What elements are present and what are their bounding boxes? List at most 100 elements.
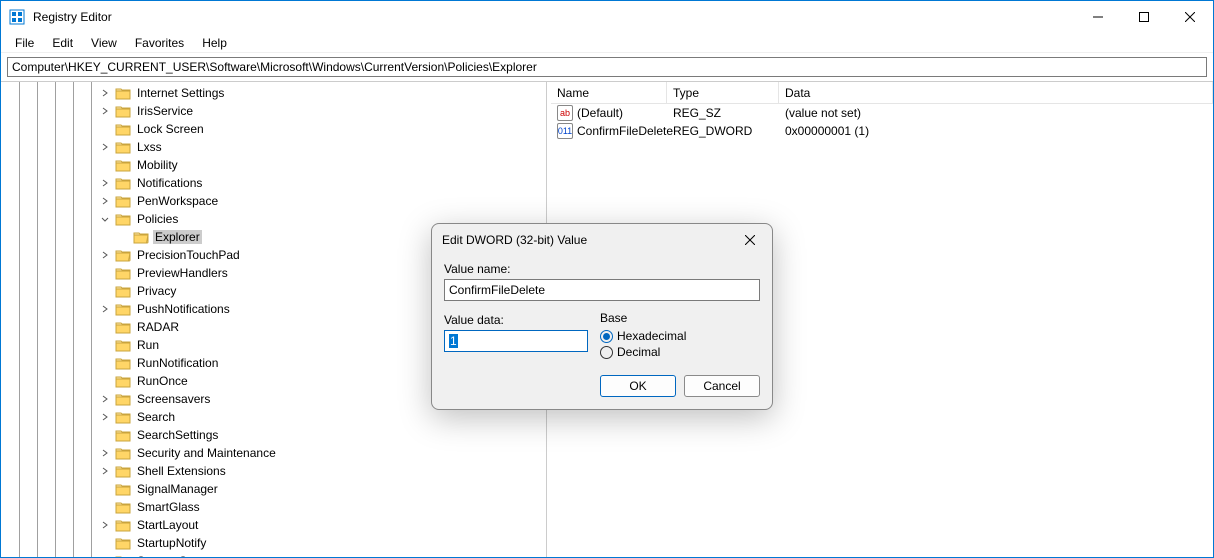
chevron-right-icon: [99, 501, 111, 513]
folder-icon: [115, 465, 131, 478]
radio-dec-label: Decimal: [617, 345, 660, 359]
tree-item[interactable]: IrisService: [1, 102, 546, 120]
value-data-input[interactable]: 1: [444, 330, 588, 352]
tree-item[interactable]: Lock Screen: [1, 120, 546, 138]
chevron-right-icon: [99, 267, 111, 279]
chevron-right-icon: [99, 159, 111, 171]
tree-item-label: SignalManager: [135, 482, 220, 496]
tree-item[interactable]: SearchSettings: [1, 426, 546, 444]
chevron-right-icon: [99, 429, 111, 441]
folder-icon: [115, 483, 131, 496]
chevron-right-icon: [99, 339, 111, 351]
maximize-button[interactable]: [1121, 1, 1167, 33]
radio-decimal[interactable]: Decimal: [600, 345, 760, 359]
chevron-right-icon[interactable]: [99, 105, 111, 117]
chevron-right-icon[interactable]: [99, 177, 111, 189]
radio-dot-icon: [600, 330, 613, 343]
folder-icon: [115, 555, 131, 558]
tree-item-label: Explorer: [153, 230, 202, 244]
dialog-close-button[interactable]: [734, 226, 766, 254]
tree-item-label: Security and Maintenance: [135, 446, 278, 460]
folder-icon: [115, 537, 131, 550]
folder-icon: [115, 159, 131, 172]
chevron-right-icon[interactable]: [99, 465, 111, 477]
tree-item-label: Policies: [135, 212, 180, 226]
folder-icon: [115, 447, 131, 460]
list-row[interactable]: ab(Default)REG_SZ(value not set): [551, 104, 1213, 122]
value-type: REG_DWORD: [667, 124, 779, 138]
menu-edit[interactable]: Edit: [44, 34, 81, 52]
chevron-right-icon[interactable]: [99, 87, 111, 99]
radio-dot-icon: [600, 346, 613, 359]
tree-item-label: Screensavers: [135, 392, 212, 406]
chevron-down-icon[interactable]: [99, 213, 111, 225]
tree-item[interactable]: StartLayout: [1, 516, 546, 534]
folder-icon: [115, 213, 131, 226]
value-name-label: Value name:: [444, 262, 760, 276]
col-data[interactable]: Data: [779, 82, 1213, 104]
chevron-right-icon[interactable]: [99, 393, 111, 405]
tree-item[interactable]: Security and Maintenance: [1, 444, 546, 462]
chevron-right-icon[interactable]: [99, 195, 111, 207]
chevron-right-icon: [99, 321, 111, 333]
edit-dword-dialog: Edit DWORD (32-bit) Value Value name: Co…: [431, 223, 773, 410]
chevron-right-icon: [99, 483, 111, 495]
tree-item-label: PenWorkspace: [135, 194, 220, 208]
chevron-right-icon[interactable]: [99, 447, 111, 459]
menu-view[interactable]: View: [83, 34, 125, 52]
value-name: ConfirmFileDelete: [577, 124, 673, 138]
menubar: File Edit View Favorites Help: [1, 33, 1213, 53]
tree-item[interactable]: SignalManager: [1, 480, 546, 498]
folder-icon: [115, 411, 131, 424]
menu-file[interactable]: File: [7, 34, 42, 52]
tree-item-label: IrisService: [135, 104, 195, 118]
chevron-right-icon[interactable]: [99, 519, 111, 531]
minimize-button[interactable]: [1075, 1, 1121, 33]
tree-item[interactable]: Search: [1, 408, 546, 426]
tree-item-label: StartLayout: [135, 518, 200, 532]
tree-item[interactable]: PenWorkspace: [1, 192, 546, 210]
tree-item[interactable]: Shell Extensions: [1, 462, 546, 480]
tree-item-label: SearchSettings: [135, 428, 220, 442]
value-name-input[interactable]: ConfirmFileDelete: [444, 279, 760, 301]
tree-item-label: Privacy: [135, 284, 178, 298]
tree-item[interactable]: Notifications: [1, 174, 546, 192]
folder-icon: [115, 501, 131, 514]
tree-item[interactable]: SmartGlass: [1, 498, 546, 516]
radio-hexadecimal[interactable]: Hexadecimal: [600, 329, 760, 343]
folder-icon: [115, 141, 131, 154]
tree-item[interactable]: Internet Settings: [1, 84, 546, 102]
chevron-right-icon[interactable]: [99, 411, 111, 423]
chevron-right-icon: [99, 123, 111, 135]
tree-item-label: StartupNotify: [135, 536, 208, 550]
tree-item[interactable]: StartupNotify: [1, 534, 546, 552]
tree-item-label: Internet Settings: [135, 86, 226, 100]
value-data-label: Value data:: [444, 313, 588, 327]
list-row[interactable]: 011ConfirmFileDeleteREG_DWORD0x00000001 …: [551, 122, 1213, 140]
list-header: Name Type Data: [551, 82, 1213, 104]
ok-button[interactable]: OK: [600, 375, 676, 397]
cancel-button[interactable]: Cancel: [684, 375, 760, 397]
tree-item-label: Lock Screen: [135, 122, 206, 136]
chevron-right-icon[interactable]: [99, 555, 111, 557]
tree-item-label: Notifications: [135, 176, 204, 190]
tree-item-label: PrecisionTouchPad: [135, 248, 242, 262]
tree-item[interactable]: Mobility: [1, 156, 546, 174]
folder-icon: [115, 321, 131, 334]
menu-favorites[interactable]: Favorites: [127, 34, 192, 52]
folder-icon: [115, 429, 131, 442]
tree-item[interactable]: StorageSense: [1, 552, 546, 557]
chevron-right-icon[interactable]: [99, 249, 111, 261]
close-button[interactable]: [1167, 1, 1213, 33]
chevron-right-icon: [99, 285, 111, 297]
value-data: (value not set): [779, 106, 1213, 120]
chevron-right-icon[interactable]: [99, 141, 111, 153]
tree-item-label: SmartGlass: [135, 500, 202, 514]
col-type[interactable]: Type: [667, 82, 779, 104]
menu-help[interactable]: Help: [194, 34, 235, 52]
value-type: REG_SZ: [667, 106, 779, 120]
tree-item[interactable]: Lxss: [1, 138, 546, 156]
chevron-right-icon[interactable]: [99, 303, 111, 315]
address-input[interactable]: Computer\HKEY_CURRENT_USER\Software\Micr…: [7, 57, 1207, 77]
col-name[interactable]: Name: [551, 82, 667, 104]
